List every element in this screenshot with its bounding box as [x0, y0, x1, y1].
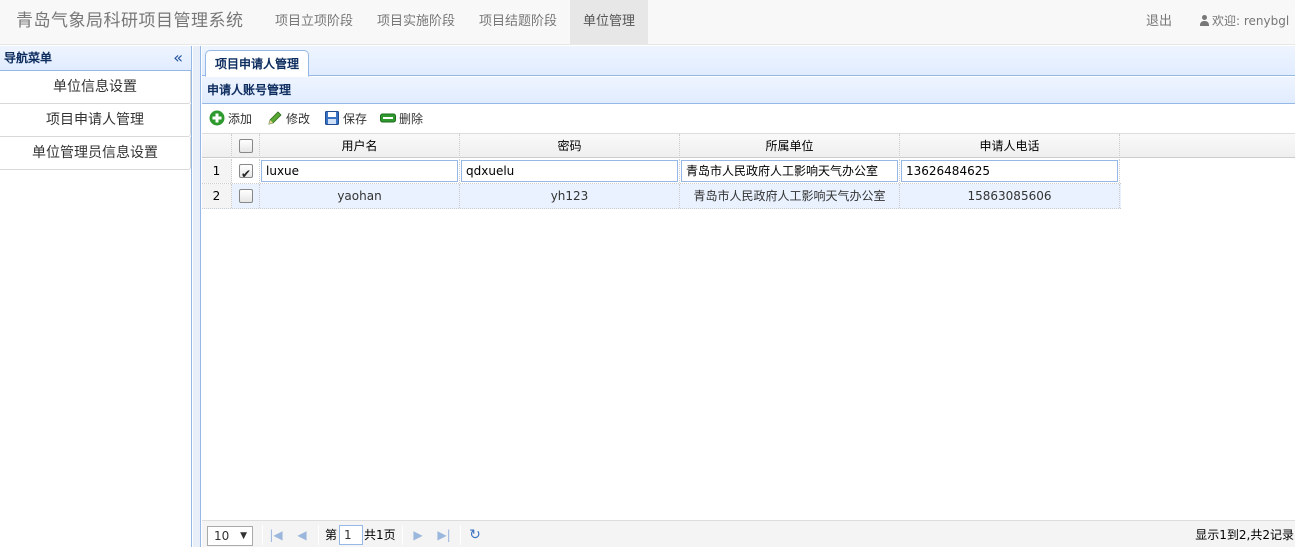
unit-cell[interactable]: 青岛市人民政府人工影响天气办公室 [680, 159, 900, 183]
phone-input[interactable]: 13626484625 [901, 160, 1118, 182]
save-button-label: 保存 [343, 112, 368, 126]
unit-input[interactable]: 青岛市人民政府人工影响天气办公室 [681, 160, 898, 182]
sidebar-title: 导航菜单 [4, 51, 53, 65]
first-page-icon[interactable]: |◀ [268, 527, 284, 543]
dropdown-arrow-icon: ▼ [240, 531, 247, 541]
user-icon [1199, 15, 1210, 26]
row-number: 2 [202, 184, 232, 208]
username-input[interactable]: luxue [261, 160, 458, 182]
nav-project-implementation[interactable]: 项目实施阶段 [366, 0, 466, 45]
sidebar-item-unit-info[interactable]: 单位信息设置 [0, 71, 191, 104]
pager-separator [318, 525, 319, 545]
pager-separator [460, 525, 461, 545]
page-size-value: 10 [214, 529, 230, 543]
password-cell[interactable]: qdxuelu [460, 159, 680, 183]
sidebar-item-admin-info[interactable]: 单位管理员信息设置 [0, 137, 191, 170]
table-row[interactable]: 1 luxue qdxuelu 青岛市人民政府人工影响天气办公室 1362648… [202, 159, 1121, 186]
phone-cell[interactable]: 15863085606 [900, 184, 1120, 208]
edit-button-label: 修改 [286, 112, 311, 126]
welcome-text: 欢迎: renybgl [1212, 14, 1290, 28]
page-prefix: 第 [325, 528, 338, 542]
column-header-phone[interactable]: 申请人电话 [900, 134, 1120, 158]
phone-cell[interactable]: 13626484625 [900, 159, 1120, 183]
username-cell[interactable]: luxue [260, 159, 460, 183]
row-select-cell[interactable] [232, 184, 260, 208]
row-number-header [202, 134, 232, 158]
pencil-icon [268, 111, 282, 125]
page-number-input[interactable]: 1 [339, 525, 363, 545]
collapse-icon[interactable]: « [173, 48, 183, 68]
pager-separator [402, 525, 403, 545]
nav-unit-management[interactable]: 单位管理 [570, 0, 648, 45]
username-cell[interactable]: yaohan [260, 184, 460, 208]
grid-header: 用户名 密码 所属单位 申请人电话 [202, 134, 1295, 158]
logout-link[interactable]: 退出 [1146, 0, 1172, 45]
page-total: 共1页 [364, 528, 396, 542]
add-button[interactable]: 添加 [209, 110, 252, 128]
sidebar: 导航菜单 « 单位信息设置 项目申请人管理 单位管理员信息设置 [0, 46, 192, 547]
refresh-icon[interactable]: ↻ [467, 527, 483, 543]
edit-button[interactable]: 修改 [267, 110, 310, 128]
pagination-bar: 10 ▼ |◀ ◀ 第 1 共1页 ▶ ▶| ↻ 显示1到2,共2记录 [202, 520, 1295, 547]
app-title[interactable]: 青岛气象局科研项目管理系统 [16, 0, 244, 45]
layout-splitter[interactable] [193, 46, 201, 547]
row-select-cell[interactable] [232, 159, 260, 186]
table-row[interactable]: 2 yaohan yh123 青岛市人民政府人工影响天气办公室 15863085… [202, 184, 1121, 209]
password-input[interactable]: qdxuelu [461, 160, 678, 182]
last-page-icon[interactable]: ▶| [436, 527, 452, 543]
tab-applicant-management[interactable]: 项目申请人管理 [205, 50, 310, 77]
next-page-icon[interactable]: ▶ [410, 527, 426, 543]
row-checkbox[interactable] [239, 162, 253, 186]
prev-page-icon[interactable]: ◀ [294, 527, 310, 543]
remove-icon [380, 113, 396, 123]
grid-toolbar: 添加 修改 保存 删除 [202, 105, 1295, 134]
sidebar-item-applicant-management[interactable]: 项目申请人管理 [0, 104, 191, 137]
save-icon [325, 111, 339, 125]
nav-project-initiation[interactable]: 项目立项阶段 [264, 0, 364, 45]
save-button[interactable]: 保存 [324, 110, 367, 128]
column-header-unit[interactable]: 所属单位 [680, 134, 900, 158]
pager-separator [262, 525, 263, 545]
grid-title: 申请人账号管理 [202, 77, 1295, 104]
select-all-checkbox[interactable] [239, 139, 253, 153]
column-header-password[interactable]: 密码 [460, 134, 680, 158]
password-cell[interactable]: yh123 [460, 184, 680, 208]
delete-button[interactable]: 删除 [380, 110, 423, 128]
user-menu[interactable]: 欢迎: renybgl [1199, 0, 1289, 45]
add-button-label: 添加 [228, 112, 253, 126]
page-size-select[interactable]: 10 ▼ [207, 526, 253, 546]
unit-cell[interactable]: 青岛市人民政府人工影响天气办公室 [680, 184, 900, 208]
row-checkbox[interactable] [239, 189, 253, 203]
add-icon [209, 110, 225, 126]
row-number: 1 [202, 159, 232, 183]
pager-info: 显示1到2,共2记录 [1195, 528, 1294, 542]
delete-button-label: 删除 [399, 112, 424, 126]
tab-strip: 项目申请人管理 [202, 46, 1295, 77]
top-navbar: 青岛气象局科研项目管理系统 项目立项阶段 项目实施阶段 项目结题阶段 单位管理 … [0, 0, 1295, 45]
sidebar-header: 导航菜单 « [0, 46, 191, 71]
nav-project-closing[interactable]: 项目结题阶段 [468, 0, 568, 45]
main-panel: 项目申请人管理 申请人账号管理 添加 修改 保存 删除 用户名 密码 所属单位 … [202, 46, 1295, 547]
column-header-username[interactable]: 用户名 [260, 134, 460, 158]
select-all-cell[interactable] [232, 134, 260, 158]
